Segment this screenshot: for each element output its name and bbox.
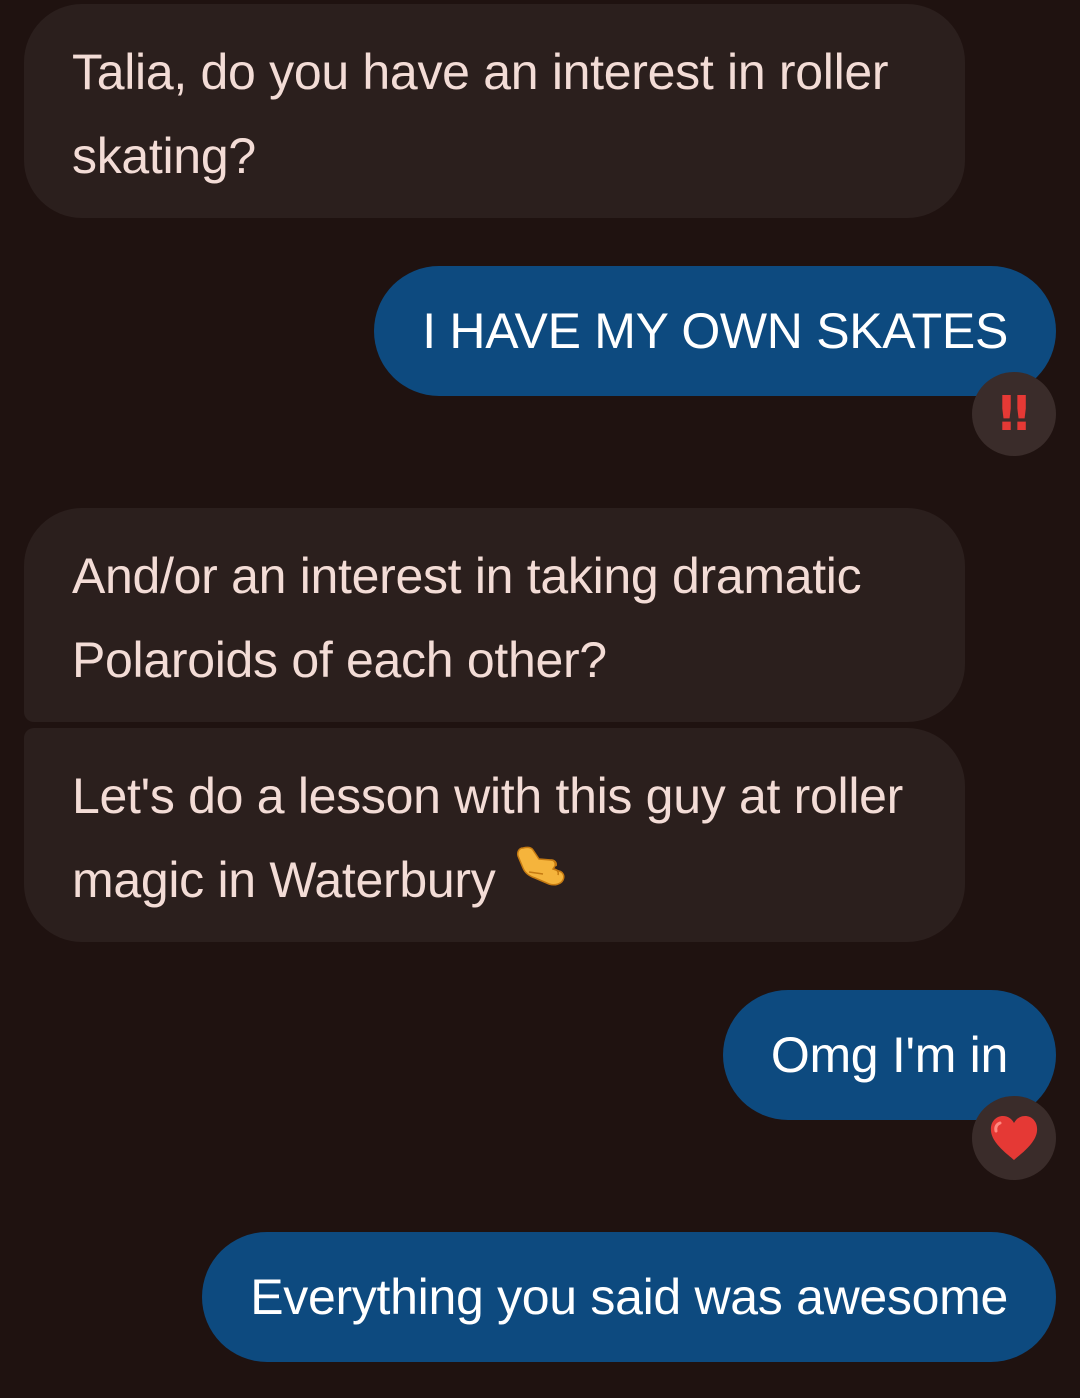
double-exclamation-icon: ‼ (998, 386, 1029, 442)
outgoing-message[interactable]: I HAVE MY OWN SKATES (374, 266, 1056, 396)
message-text: Omg I'm in (770, 1027, 1008, 1083)
double-exclamation-reaction[interactable]: ‼ (972, 372, 1056, 456)
message-text: Let's do a lesson with this guy at rolle… (72, 768, 904, 908)
heart-reaction[interactable] (972, 1096, 1056, 1180)
heart-icon (990, 1116, 1038, 1160)
incoming-message[interactable]: And/or an interest in taking dramatic Po… (24, 508, 965, 722)
call-me-hand-icon (509, 837, 567, 921)
incoming-message[interactable]: Let's do a lesson with this guy at rolle… (24, 728, 965, 942)
message-text: And/or an interest in taking dramatic Po… (72, 548, 862, 688)
message-text: I HAVE MY OWN SKATES (422, 303, 1008, 359)
outgoing-message[interactable]: Everything you said was awesome (202, 1232, 1056, 1362)
incoming-message[interactable]: Talia, do you have an interest in roller… (24, 4, 965, 218)
message-text: Everything you said was awesome (250, 1269, 1008, 1325)
message-text: Talia, do you have an interest in roller… (72, 44, 889, 184)
